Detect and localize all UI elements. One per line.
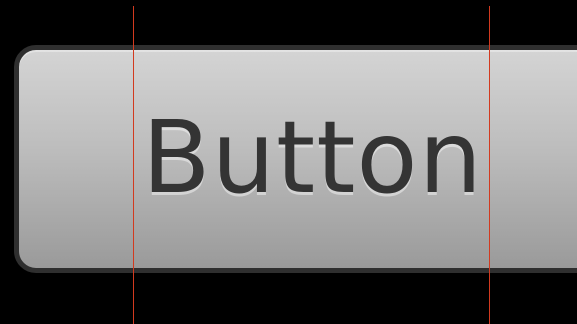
preview-canvas: Button <box>0 0 577 324</box>
button-label: Button <box>142 99 483 216</box>
left-guide-line <box>133 6 134 324</box>
right-guide-line <box>489 6 490 324</box>
